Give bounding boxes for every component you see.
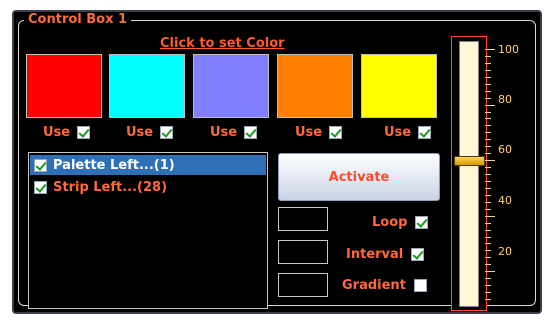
slider-label-80: 80 — [498, 93, 512, 106]
slider-tick — [485, 118, 491, 119]
interval-checkbox[interactable] — [411, 247, 425, 261]
color-swatch-4[interactable] — [277, 54, 353, 118]
use-control-2: Use — [126, 123, 174, 141]
slider-tick — [485, 125, 491, 126]
activate-button[interactable]: Activate — [278, 153, 440, 201]
use-label: Use — [384, 124, 412, 140]
slider-tick — [485, 237, 491, 238]
list-item-checkbox[interactable] — [34, 180, 47, 194]
use-control-4: Use — [295, 123, 343, 141]
item-list[interactable]: Palette Left...(1) Strip Left...(28) — [28, 152, 268, 309]
option-gradient: Gradient — [342, 276, 427, 294]
slider-tick — [485, 91, 491, 92]
slider-label-20: 20 — [498, 245, 512, 258]
slider-tick — [485, 278, 491, 279]
gradient-checkbox[interactable] — [413, 278, 427, 292]
slider-tick — [485, 188, 491, 189]
color-swatch-2[interactable] — [109, 54, 185, 118]
use-control-3: Use — [210, 123, 258, 141]
use-checkbox-3[interactable] — [244, 125, 258, 139]
use-checkbox-5[interactable] — [418, 125, 432, 139]
gradient-value-field[interactable] — [278, 273, 328, 297]
slider-tick — [485, 174, 491, 175]
slider-tick — [485, 105, 495, 106]
slider-label-100: 100 — [498, 43, 519, 56]
slider-tick — [485, 146, 491, 147]
list-item-palette-left[interactable]: Palette Left...(1) — [30, 155, 266, 175]
panel-title: Control Box 1 — [24, 12, 132, 28]
use-label: Use — [126, 124, 154, 140]
slider-label-40: 40 — [498, 194, 512, 207]
use-checkbox-4[interactable] — [329, 125, 343, 139]
use-label: Use — [295, 124, 323, 140]
use-label: Use — [210, 124, 238, 140]
loop-value-field[interactable] — [278, 207, 328, 231]
slider-tick — [485, 132, 491, 133]
option-label: Loop — [372, 214, 408, 230]
slider-tick — [485, 77, 491, 78]
interval-value-field[interactable] — [278, 240, 328, 264]
color-swatch-3[interactable] — [193, 54, 269, 118]
slider-tick — [485, 243, 491, 244]
slider-tick — [485, 84, 491, 85]
slider-tick — [485, 223, 491, 224]
slider-tick — [485, 49, 495, 50]
slider-tick — [485, 195, 491, 196]
use-control-1: Use — [43, 123, 91, 141]
slider-tick — [485, 160, 495, 161]
slider-tick — [485, 153, 491, 154]
loop-checkbox[interactable] — [415, 215, 429, 229]
slider-tick — [485, 216, 495, 217]
slider-tick — [485, 112, 491, 113]
use-control-5: Use — [384, 123, 432, 141]
slider-tick — [485, 271, 495, 272]
slider-label-60: 60 — [498, 143, 512, 156]
slider-tick — [485, 250, 491, 251]
slider-tick — [485, 139, 491, 140]
slider-thumb[interactable] — [454, 156, 485, 166]
slider-tick — [485, 209, 491, 210]
slider-tick — [485, 63, 491, 64]
slider-tick — [485, 56, 491, 57]
slider-tick — [485, 230, 491, 231]
set-color-link[interactable]: Click to set Color — [160, 36, 285, 51]
slider-tick — [485, 299, 491, 300]
slider-tick — [485, 98, 491, 99]
use-checkbox-2[interactable] — [160, 125, 174, 139]
use-checkbox-1[interactable] — [77, 125, 91, 139]
slider-tick — [485, 292, 491, 293]
list-item-strip-left[interactable]: Strip Left...(28) — [30, 177, 266, 197]
list-item-label: Palette Left...(1) — [53, 157, 175, 173]
option-interval: Interval — [346, 245, 425, 263]
color-swatch-1[interactable] — [26, 54, 102, 118]
slider-tick — [485, 257, 491, 258]
color-swatch-5[interactable] — [361, 54, 437, 118]
option-label: Gradient — [342, 277, 406, 293]
slider-track[interactable] — [459, 41, 479, 307]
slider-tick — [485, 264, 491, 265]
slider-tick — [485, 70, 491, 71]
list-item-checkbox[interactable] — [34, 158, 47, 172]
slider-tick — [485, 285, 491, 286]
slider-tick — [485, 167, 491, 168]
use-label: Use — [43, 124, 71, 140]
option-loop: Loop — [372, 213, 429, 231]
option-label: Interval — [346, 246, 404, 262]
slider-tick — [485, 202, 491, 203]
slider-tick — [485, 181, 491, 182]
list-item-label: Strip Left...(28) — [53, 179, 168, 195]
